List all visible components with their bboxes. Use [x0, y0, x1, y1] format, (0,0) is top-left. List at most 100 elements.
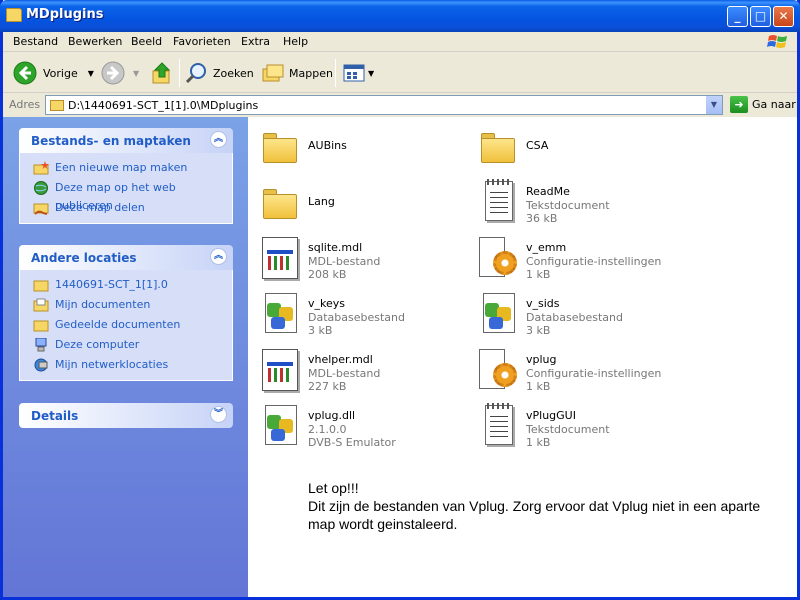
close-button[interactable]: ✕	[773, 6, 794, 27]
toolbar-separator	[179, 59, 180, 87]
file-size: 227 kB	[308, 380, 347, 393]
file-name: vplug.dll	[308, 409, 356, 422]
search-button[interactable]: Zoeken	[185, 59, 254, 87]
forward-dropdown-icon[interactable]: ▼	[133, 69, 139, 78]
panel-header[interactable]: Bestands- en maptaken ︽	[19, 128, 233, 153]
panel-title: Andere locaties	[31, 251, 137, 265]
menu-bewerken[interactable]: Bewerken	[68, 35, 122, 48]
file-name: Lang	[308, 195, 335, 208]
file-type: MDL-bestand	[308, 367, 381, 380]
folders-label: Mappen	[289, 66, 333, 80]
place-my-computer[interactable]: Deze computer	[20, 336, 232, 356]
folder-icon	[259, 123, 299, 169]
text-document-icon	[477, 179, 517, 225]
panel-header[interactable]: Details ︾	[19, 403, 233, 428]
maximize-button[interactable]: □	[750, 6, 771, 27]
explorer-window: MDplugins _ □ ✕ Bestand Bewerken Beeld F…	[0, 0, 800, 600]
file-type: Tekstdocument	[526, 199, 610, 212]
place-parent-folder[interactable]: 1440691-SCT_1[1].0	[20, 276, 232, 296]
back-dropdown-icon[interactable]: ▼	[88, 69, 94, 78]
file-item-lang[interactable]: Lang	[251, 179, 461, 231]
note-title: Let op!!!	[308, 480, 359, 496]
mdl-file-icon	[259, 347, 299, 393]
file-name: sqlite.mdl	[308, 241, 363, 254]
folder-icon	[50, 100, 64, 111]
file-size: 3 kB	[526, 324, 551, 337]
file-item-v-keys[interactable]: v_keys Databasebestand 3 kB	[251, 291, 461, 343]
expand-icon[interactable]: ︾	[210, 406, 227, 423]
file-size: 3 kB	[308, 324, 333, 337]
file-item-vplug-gui[interactable]: vPlugGUI Tekstdocument 1 kB	[469, 403, 679, 455]
file-item-vhelper-mdl[interactable]: vhelper.mdl MDL-bestand 227 kB	[251, 347, 461, 399]
file-folder-tasks-panel: Bestands- en maptaken ︽ Een nieuwe map m…	[19, 128, 233, 224]
search-label: Zoeken	[213, 66, 254, 80]
folders-icon	[262, 64, 284, 82]
network-icon	[34, 358, 48, 372]
menu-beeld[interactable]: Beeld	[131, 35, 162, 48]
place-network-places[interactable]: Mijn netwerklocaties	[20, 356, 232, 376]
toolbar: Vorige ▼ ▼ Zoeken Mappen ▼	[3, 53, 797, 93]
address-input[interactable]: D:\1440691-SCT_1[1].0\MDplugins ▼	[45, 95, 723, 115]
place-label: 1440691-SCT_1[1].0	[55, 278, 168, 291]
file-size: 36 kB	[526, 212, 558, 225]
file-item-vplug[interactable]: vplug Configuratie-instellingen 1 kB	[469, 347, 679, 399]
menu-bar: Bestand Bewerken Beeld Favorieten Extra …	[3, 32, 797, 52]
task-pane: Bestands- en maptaken ︽ Een nieuwe map m…	[3, 117, 248, 597]
task-publish-web[interactable]: Deze map op het web publiceren	[20, 179, 232, 212]
menu-favorieten[interactable]: Favorieten	[173, 35, 231, 48]
back-arrow-icon	[13, 61, 37, 85]
panel-body: Een nieuwe map maken Deze map op het web…	[19, 153, 233, 224]
place-my-documents[interactable]: Mijn documenten	[20, 296, 232, 316]
up-folder-button[interactable]	[151, 59, 173, 87]
go-label: Ga naar	[752, 98, 796, 111]
menu-bestand[interactable]: Bestand	[13, 35, 58, 48]
file-item-sqlite-mdl[interactable]: sqlite.mdl MDL-bestand 208 kB	[251, 235, 461, 287]
window-title: MDplugins	[26, 7, 104, 22]
file-type: Databasebestand	[526, 311, 623, 324]
windows-logo-icon	[767, 35, 787, 48]
folder-icon	[6, 8, 22, 22]
place-label: Gedeelde documenten	[55, 318, 181, 331]
details-panel: Details ︾	[19, 403, 233, 428]
views-dropdown-icon[interactable]: ▼	[368, 69, 374, 78]
folder-icon	[33, 320, 49, 332]
go-button[interactable]: ➜ Ga naar	[730, 96, 796, 113]
back-button[interactable]: Vorige ▼	[13, 59, 94, 87]
task-new-folder[interactable]: Een nieuwe map maken	[20, 159, 232, 179]
file-item-v-sids[interactable]: v_sids Databasebestand 3 kB	[469, 291, 679, 343]
file-name: v_sids	[526, 297, 560, 310]
title-bar[interactable]: MDplugins _ □ ✕	[0, 0, 800, 32]
menu-help[interactable]: Help	[283, 35, 308, 48]
file-item-vplug-dll[interactable]: vplug.dll 2.1.0.0 DVB-S Emulator	[251, 403, 461, 455]
search-icon	[185, 63, 206, 84]
file-item-csa[interactable]: CSA	[469, 123, 679, 175]
file-name: vplug	[526, 353, 557, 366]
place-shared-documents[interactable]: Gedeelde documenten	[20, 316, 232, 336]
panel-title: Details	[31, 409, 79, 423]
file-item-readme[interactable]: ReadMe Tekstdocument 36 kB	[469, 179, 679, 231]
minimize-button[interactable]: _	[727, 6, 748, 27]
collapse-icon[interactable]: ︽	[210, 248, 227, 265]
computer-icon	[35, 338, 47, 352]
file-name: ReadMe	[526, 185, 570, 198]
collapse-icon[interactable]: ︽	[210, 131, 227, 148]
file-name: vPlugGUI	[526, 409, 576, 422]
panel-title: Bestands- en maptaken	[31, 134, 191, 148]
views-button[interactable]: ▼	[343, 59, 374, 87]
menu-extra[interactable]: Extra	[241, 35, 270, 48]
file-name: CSA	[526, 139, 549, 152]
chevron-down-icon[interactable]: ▼	[705, 96, 722, 114]
folder-icon	[33, 280, 49, 292]
file-item-aubins[interactable]: AUBins	[251, 123, 461, 175]
folders-button[interactable]: Mappen	[261, 59, 333, 87]
views-icon	[343, 64, 365, 82]
file-name: vhelper.mdl	[308, 353, 373, 366]
file-size: 1 kB	[526, 436, 551, 449]
task-share-folder[interactable]: Deze map delen	[20, 199, 232, 219]
file-item-v-emm[interactable]: v_emm Configuratie-instellingen 1 kB	[469, 235, 679, 287]
config-file-icon	[477, 347, 517, 393]
forward-button[interactable]: ▼	[101, 59, 139, 87]
file-name: AUBins	[308, 139, 347, 152]
up-folder-icon	[152, 62, 171, 84]
panel-header[interactable]: Andere locaties ︽	[19, 245, 233, 270]
